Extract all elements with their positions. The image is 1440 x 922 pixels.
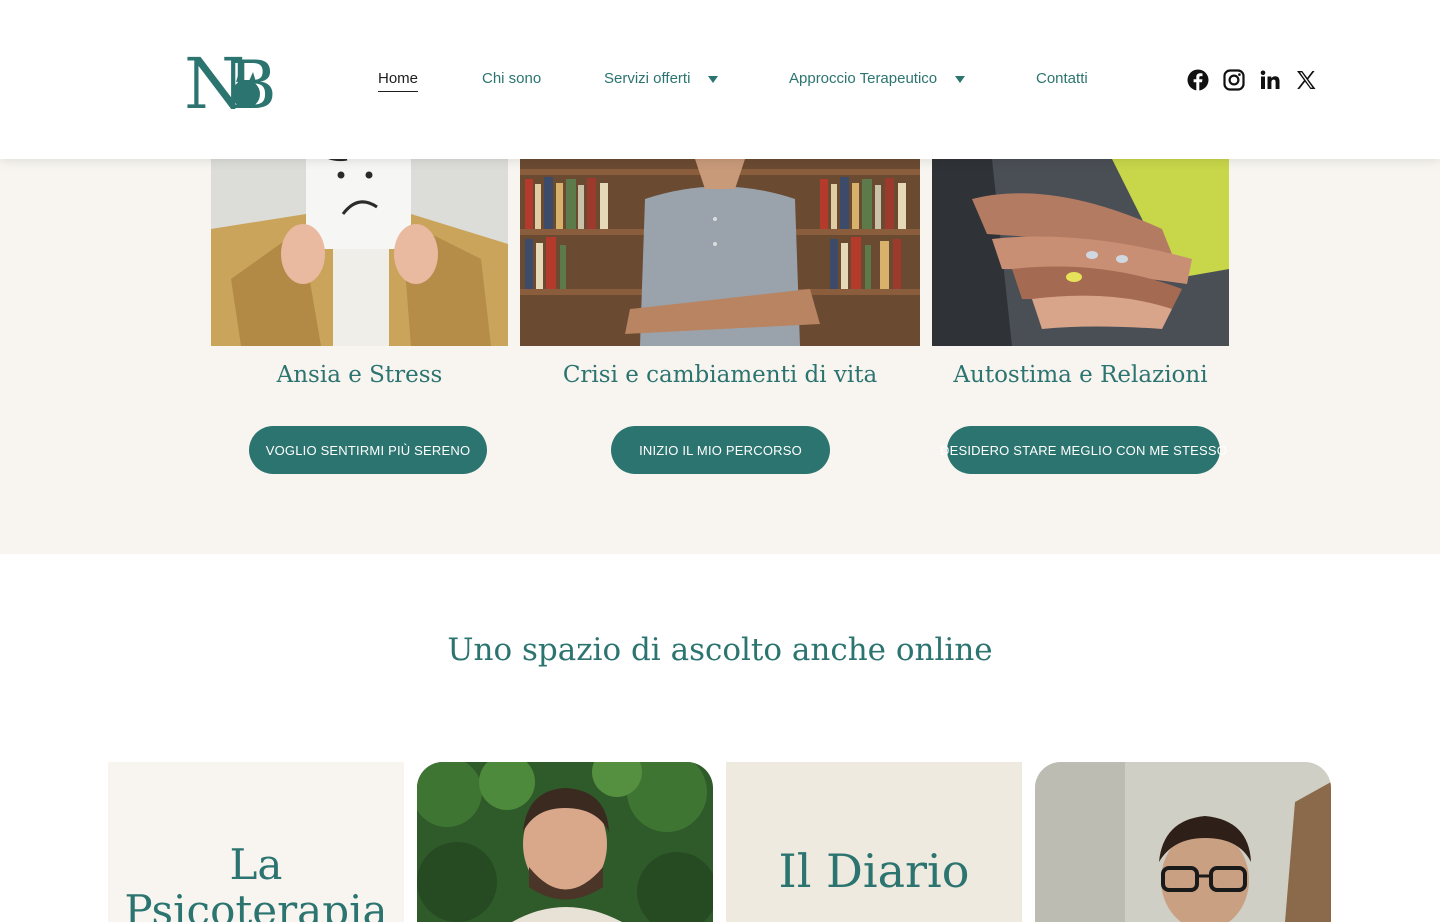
nav-servizi-offerti[interactable]: Servizi offerti: [604, 70, 690, 87]
service-title-ansia: Ansia e Stress: [276, 362, 443, 388]
nav-contatti[interactable]: Contatti: [1036, 70, 1088, 87]
servizi-dropdown-caret-icon[interactable]: [708, 76, 718, 83]
tile-psicoterapia-text: La Psicoterapia: [124, 840, 388, 922]
tile-psicoterapia[interactable]: La Psicoterapia: [108, 762, 404, 922]
nav-servizi-offerti-label: Servizi offerti: [604, 70, 691, 87]
portrait-garden-image: [417, 762, 713, 922]
service-title-autostima: Autostima e Relazioni: [953, 362, 1208, 388]
autostima-relazioni-image: [932, 159, 1229, 346]
ansia-stress-image: [211, 159, 508, 346]
nav-home-label: Home: [378, 70, 419, 87]
site-header: N B Home Chi sono Servizi offerti Approc…: [0, 0, 1440, 159]
service-title-crisi: Crisi e cambiamenti di vita: [562, 362, 878, 388]
tile-portrait-garden[interactable]: [417, 762, 713, 922]
crisi-cambiamenti-image: [520, 159, 920, 346]
nav-chi-sono[interactable]: Chi sono: [482, 70, 541, 87]
tile-diario[interactable]: Il Diario: [726, 762, 1022, 922]
online-section-title: Uno spazio di ascolto anche online: [447, 632, 993, 668]
tile-diario-text: Il Diario: [778, 844, 970, 898]
logo-cat-silhouette: [232, 80, 260, 108]
facebook-icon[interactable]: [1187, 69, 1209, 91]
nb-logo[interactable]: N B: [184, 46, 288, 114]
portrait-glasses-image: [1035, 762, 1331, 922]
nav-contatti-label: Contatti: [1036, 70, 1088, 87]
nav-approccio-terapeutico-label: Approccio Terapeutico: [789, 70, 938, 87]
tile-portrait-glasses[interactable]: [1035, 762, 1331, 922]
cta-stare-meglio-button[interactable]: DESIDERO STARE MEGLIO CON ME STESSO: [940, 426, 1227, 474]
nav-approccio-terapeutico[interactable]: Approccio Terapeutico: [789, 70, 937, 87]
linkedin-icon[interactable]: [1259, 69, 1281, 91]
cta-sentirmi-sereno-button[interactable]: VOGLIO SENTIRMI PIÙ SERENO: [249, 426, 487, 474]
nav-active-underline: [378, 91, 419, 92]
x-twitter-icon[interactable]: [1295, 69, 1317, 91]
approccio-dropdown-caret-icon[interactable]: [955, 76, 965, 83]
instagram-icon[interactable]: [1223, 69, 1245, 91]
nav-chi-sono-label: Chi sono: [482, 70, 542, 87]
cta-inizio-percorso-button[interactable]: INIZIO IL MIO PERCORSO: [611, 426, 830, 474]
nav-home[interactable]: Home: [378, 70, 419, 92]
